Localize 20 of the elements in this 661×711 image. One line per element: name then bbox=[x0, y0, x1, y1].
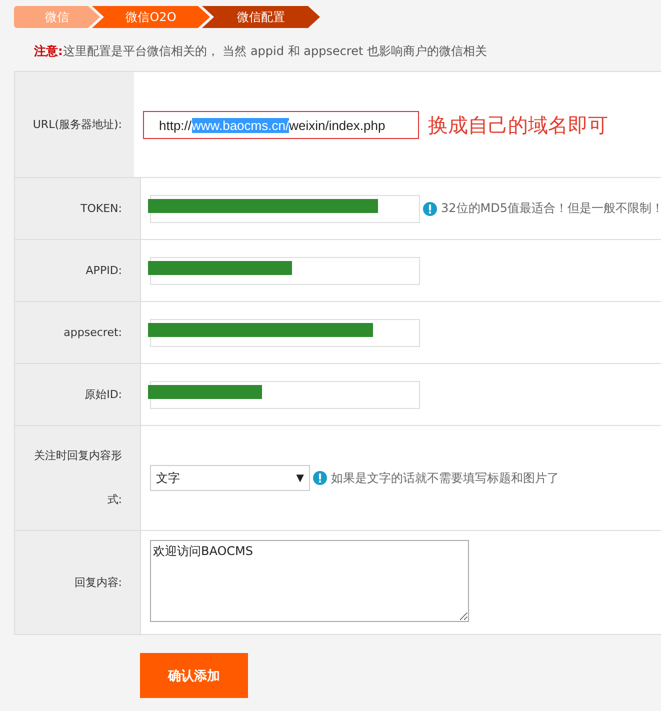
breadcrumb-item[interactable]: 微信配置 bbox=[202, 6, 320, 28]
submit-button[interactable]: 确认添加 bbox=[140, 653, 248, 698]
reply-textarea[interactable]: 欢迎访问BAOCMS bbox=[150, 540, 469, 622]
field-label: 关注时回复内容形式: bbox=[33, 448, 122, 508]
field-label: 原始ID: bbox=[84, 386, 122, 402]
url-field[interactable]: http://www.baocms.cn/weixin/index.php bbox=[143, 111, 419, 139]
hint-text: 如果是文字的话就不需要填写标题和图片了 bbox=[331, 470, 559, 486]
breadcrumb-item[interactable]: 微信O2O bbox=[92, 6, 210, 28]
info-icon bbox=[423, 202, 437, 216]
hint-text: 32位的MD5值最适合！但是一般不限制！ bbox=[441, 200, 661, 217]
caret-icon: ▼ bbox=[296, 472, 304, 484]
field-label: APPID: bbox=[86, 262, 122, 278]
field-label: 回复内容: bbox=[74, 574, 122, 590]
field-label: URL(服务器地址): bbox=[32, 116, 122, 132]
type-dropdown[interactable]: 文字 ▼ bbox=[150, 465, 310, 491]
field-label: TOKEN: bbox=[80, 200, 122, 216]
notice-text: 注意:这里配置是平台微信相关的， 当然 appid 和 appsecret 也影响商户的微信相关 bbox=[33, 43, 488, 60]
annotation-text: 换成自己的域名即可 bbox=[428, 112, 608, 139]
info-icon bbox=[313, 471, 327, 485]
field-label: appsecret: bbox=[64, 324, 122, 340]
